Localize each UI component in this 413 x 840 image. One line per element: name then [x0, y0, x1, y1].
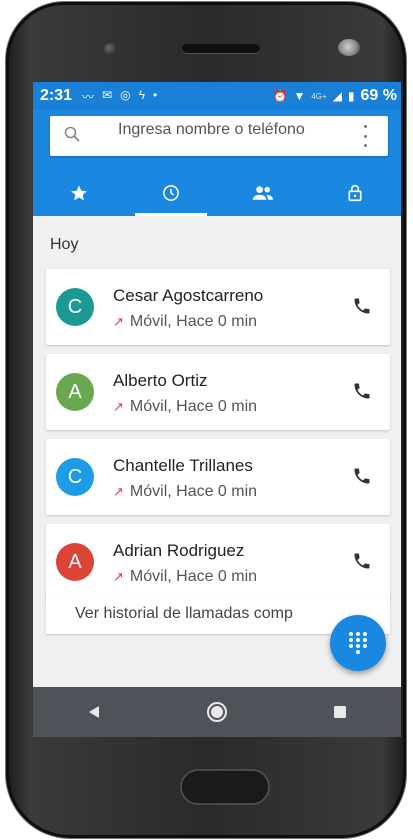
outgoing-call-arrow-icon: ↗: [113, 484, 124, 499]
call-entry[interactable]: C Chantelle Trillanes ↗ Móvil, Hace 0 min: [46, 439, 390, 515]
home-nav-button[interactable]: [197, 692, 237, 732]
status-bar: 2:31 〰 ✉ ◎ ϟ • ⏰ ▼ 4G+ ◢ ▮ 69 %: [33, 82, 401, 110]
back-button[interactable]: [74, 692, 114, 732]
call-detail-text: Móvil, Hace 0 min: [129, 483, 258, 500]
status-left-icons: 〰 ✉ ◎ ϟ •: [82, 88, 157, 105]
lock-icon: [348, 184, 362, 202]
earpiece-speaker: [182, 44, 260, 53]
group-icon: [252, 186, 274, 200]
tab-favorites[interactable]: [33, 170, 125, 216]
wifi-icon: ▼: [293, 89, 306, 103]
contact-name: Cesar Agostcarreno: [113, 286, 264, 305]
section-header: Hoy: [50, 236, 79, 253]
screen: 2:31 〰 ✉ ◎ ϟ • ⏰ ▼ 4G+ ◢ ▮ 69 % Ingresa …: [33, 82, 401, 737]
avatar: A: [56, 543, 94, 581]
contact-name: Adrian Rodriguez: [113, 541, 245, 560]
outgoing-call-arrow-icon: ↗: [113, 399, 124, 414]
call-detail-text: Móvil, Hace 0 min: [129, 313, 258, 330]
avatar: C: [56, 458, 94, 496]
call-entry[interactable]: A Adrian Rodriguez ↗ Móvil, Hace 0 min: [46, 524, 390, 600]
instagram-icon: ◎: [120, 87, 131, 102]
notification-icon: 〰: [82, 89, 95, 104]
proximity-sensor: [338, 39, 360, 56]
search-input[interactable]: Ingresa nombre o teléfono: [118, 121, 338, 139]
overview-square-icon: [333, 706, 346, 718]
alarm-icon: ⏰: [272, 89, 288, 103]
dialpad-icon: [349, 632, 367, 654]
gmail-icon: ✉: [102, 87, 113, 102]
back-icon: [89, 706, 100, 718]
status-right-icons: ⏰ ▼ 4G+ ◢ ▮ 69 %: [273, 87, 398, 105]
call-detail: ↗ Móvil, Hace 0 min: [113, 483, 257, 501]
tab-bar: [33, 170, 401, 216]
more-options-icon[interactable]: [362, 125, 368, 147]
dot-icon: •: [152, 87, 158, 102]
search-icon: [64, 126, 80, 142]
outgoing-call-arrow-icon: ↗: [113, 314, 124, 329]
call-detail: ↗ Móvil, Hace 0 min: [113, 313, 257, 331]
battery-icon: ▮: [347, 89, 355, 103]
call-detail-text: Móvil, Hace 0 min: [129, 398, 258, 415]
recents-nav-button[interactable]: [320, 692, 360, 732]
call-entry[interactable]: A Alberto Ortiz ↗ Móvil, Hace 0 min: [46, 354, 390, 430]
phone-icon[interactable]: [352, 296, 372, 316]
avatar: C: [56, 288, 94, 326]
call-detail: ↗ Móvil, Hace 0 min: [113, 398, 257, 416]
phone-icon[interactable]: [352, 381, 372, 401]
tab-recents[interactable]: [125, 170, 217, 216]
phone-icon[interactable]: [352, 551, 372, 571]
front-camera: [104, 43, 116, 55]
star-icon: [71, 185, 87, 201]
call-detail-text: Móvil, Hace 0 min: [129, 568, 258, 585]
full-history-label: Ver historial de llamadas comp: [75, 605, 293, 622]
clock-icon: [163, 185, 179, 201]
avatar: A: [56, 373, 94, 411]
charging-icon: ϟ: [138, 87, 145, 102]
dialpad-button[interactable]: [330, 615, 386, 671]
signal-icon: ◢: [332, 89, 342, 103]
outgoing-call-arrow-icon: ↗: [113, 569, 124, 584]
call-entry[interactable]: C Cesar Agostcarreno ↗ Móvil, Hace 0 min: [46, 269, 390, 345]
call-detail: ↗ Móvil, Hace 0 min: [113, 568, 257, 586]
battery-percent: 69 %: [360, 87, 397, 104]
status-time: 2:31: [40, 87, 73, 104]
fingerprint-home-button[interactable]: [180, 769, 270, 805]
system-nav-bar: [33, 687, 401, 737]
phone-icon[interactable]: [352, 466, 372, 486]
home-circle-icon: [206, 702, 227, 722]
contact-name: Alberto Ortiz: [113, 371, 208, 390]
tab-contacts[interactable]: [217, 170, 309, 216]
4g-icon: 4G+: [311, 91, 327, 101]
search-box[interactable]: Ingresa nombre o teléfono: [50, 116, 388, 156]
contact-name: Chantelle Trillanes: [113, 456, 253, 475]
app-bar: Ingresa nombre o teléfono: [33, 110, 401, 216]
tab-private[interactable]: [309, 170, 401, 216]
